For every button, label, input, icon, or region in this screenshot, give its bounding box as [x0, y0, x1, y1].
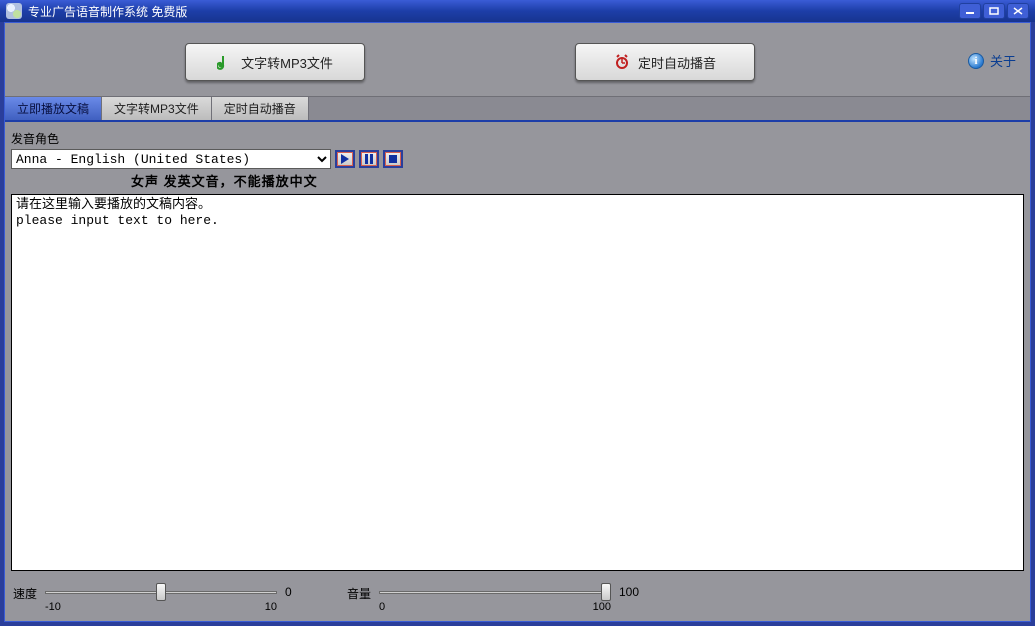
- text-to-mp3-label: 文字转MP3文件: [241, 53, 333, 72]
- volume-label: 音量: [347, 583, 379, 602]
- voice-select[interactable]: Anna - English (United States): [11, 149, 331, 169]
- stop-button[interactable]: [383, 150, 403, 168]
- volume-max: 100: [593, 601, 611, 613]
- about-label: 关于: [990, 51, 1016, 70]
- about-link[interactable]: i 关于: [968, 51, 1016, 70]
- timer-broadcast-label: 定时自动播音: [638, 53, 716, 72]
- volume-value: 100: [611, 583, 641, 599]
- tab-bar: 立即播放文稿 文字转MP3文件 定时自动播音: [5, 97, 1030, 122]
- speed-slider[interactable]: [45, 583, 277, 601]
- volume-slider[interactable]: [379, 583, 611, 601]
- play-button[interactable]: [335, 150, 355, 168]
- close-button[interactable]: [1007, 3, 1029, 19]
- voice-description: 女声 发英文音，不能播放中文: [131, 174, 318, 189]
- window-title: 专业广告语音制作系统 免费版: [28, 3, 959, 20]
- tab-play-now[interactable]: 立即播放文稿: [5, 97, 102, 120]
- volume-thumb[interactable]: [601, 583, 611, 601]
- play-icon: [340, 154, 350, 164]
- maximize-icon: [989, 7, 999, 15]
- minimize-button[interactable]: [959, 3, 981, 19]
- volume-group: 音量 0 100 100: [347, 583, 641, 615]
- speed-max: 10: [265, 601, 277, 613]
- voice-role-label: 发音角色: [11, 130, 1024, 147]
- speed-value: 0: [277, 583, 307, 599]
- volume-min: 0: [379, 601, 385, 613]
- speed-thumb[interactable]: [156, 583, 166, 601]
- maximize-button[interactable]: [983, 3, 1005, 19]
- info-icon: i: [968, 53, 984, 69]
- client-area: 文字转MP3文件 定时自动播音 i 关于 立即播放文稿 文字转MP3文件 定时自…: [4, 22, 1031, 622]
- app-window: 专业广告语音制作系统 免费版 文字转MP3文件: [0, 0, 1035, 626]
- speed-ticks: -10 10: [45, 601, 277, 615]
- music-note-icon: [217, 54, 233, 70]
- speed-group: 速度 -10 10 0: [13, 583, 307, 615]
- voice-row: Anna - English (United States): [11, 149, 1024, 169]
- volume-ticks: 0 100: [379, 601, 611, 615]
- pause-button[interactable]: [359, 150, 379, 168]
- timer-broadcast-button[interactable]: 定时自动播音: [575, 43, 755, 81]
- speed-label: 速度: [13, 583, 45, 602]
- window-controls: [959, 3, 1029, 19]
- slider-bar: 速度 -10 10 0 音量: [5, 577, 1030, 621]
- stop-icon: [388, 154, 398, 164]
- title-bar: 专业广告语音制作系统 免费版: [0, 0, 1035, 22]
- minimize-icon: [965, 7, 975, 15]
- alarm-clock-icon: [614, 54, 630, 70]
- text-to-mp3-button[interactable]: 文字转MP3文件: [185, 43, 365, 81]
- toolbar: 文字转MP3文件 定时自动播音 i 关于: [5, 23, 1030, 97]
- script-textarea[interactable]: 请在这里输入要播放的文稿内容。 please input text to her…: [11, 194, 1024, 571]
- speed-min: -10: [45, 601, 61, 613]
- tab-to-mp3[interactable]: 文字转MP3文件: [102, 97, 212, 120]
- content-area: 发音角色 Anna - English (United States) 女声 发…: [5, 122, 1030, 577]
- pause-icon: [364, 154, 374, 164]
- app-icon: [6, 3, 22, 19]
- close-icon: [1013, 7, 1023, 15]
- tab-timer[interactable]: 定时自动播音: [212, 97, 309, 120]
